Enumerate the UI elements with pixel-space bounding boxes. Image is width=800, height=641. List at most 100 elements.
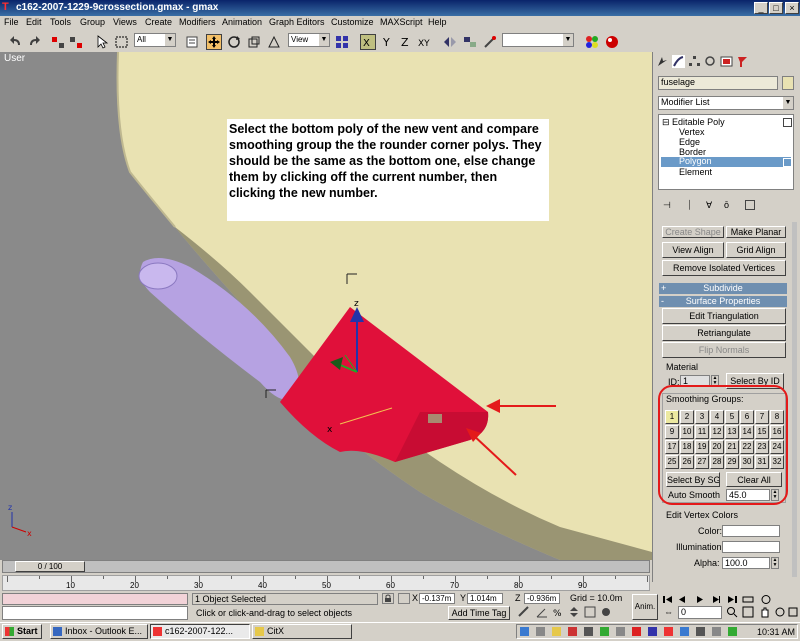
taskbar-item-outlook[interactable]: Inbox - Outlook E... xyxy=(50,624,148,639)
taskbar-item-gmax[interactable]: c162-2007-122... xyxy=(150,624,250,639)
make-unique-icon[interactable]: ∀ xyxy=(706,200,718,210)
tray-icon[interactable] xyxy=(648,627,657,636)
snap-icon[interactable] xyxy=(482,34,498,50)
named-selection-select[interactable]: ▼ xyxy=(502,33,574,47)
time-config-icon[interactable] xyxy=(760,594,772,605)
tray-icon[interactable] xyxy=(520,627,529,636)
frame-spinner-icon[interactable]: ⇔ xyxy=(664,607,673,617)
x-coord-input[interactable]: -0.137m xyxy=(419,593,455,604)
object-color-swatch[interactable] xyxy=(782,76,794,90)
vertex-color-swatch[interactable] xyxy=(722,525,780,537)
absolute-mode-icon[interactable] xyxy=(398,593,410,604)
flip-normals-button[interactable]: Flip Normals xyxy=(662,342,786,358)
undo-icon[interactable] xyxy=(8,34,24,50)
display-tab-icon[interactable] xyxy=(720,55,733,68)
spinner-snap-icon[interactable] xyxy=(568,606,580,618)
minimize-button[interactable]: _ xyxy=(754,2,768,14)
previous-frame-icon[interactable] xyxy=(676,594,688,605)
play-icon[interactable] xyxy=(694,594,706,605)
animate-button[interactable]: Anim. xyxy=(632,594,658,620)
next-frame-icon[interactable] xyxy=(710,594,722,605)
menu-help[interactable]: Help xyxy=(428,17,447,27)
axis-xy-icon[interactable]: X xyxy=(360,34,376,50)
zoom-icon[interactable] xyxy=(726,606,738,618)
snap-toggle-icon[interactable] xyxy=(518,606,530,618)
tray-icon[interactable] xyxy=(584,627,593,636)
rollout-subdivide[interactable]: + Subdivide xyxy=(659,283,787,294)
link-icon[interactable] xyxy=(50,34,66,50)
zoom-all-icon[interactable] xyxy=(742,606,754,618)
redo-icon[interactable] xyxy=(26,34,42,50)
modifier-list-select[interactable]: Modifier List ▼ xyxy=(658,96,794,110)
time-slider-thumb[interactable]: 0 / 100 xyxy=(15,561,85,572)
pan-icon[interactable] xyxy=(758,606,770,618)
taskbar-item-citx[interactable]: CitX xyxy=(252,624,352,639)
window-crossing-icon[interactable] xyxy=(584,606,596,618)
tray-icon[interactable] xyxy=(728,627,737,636)
render-icon[interactable] xyxy=(604,34,620,50)
show-end-result-icon[interactable]: ⏐ xyxy=(687,200,697,210)
close-button[interactable]: × xyxy=(785,2,799,14)
add-time-tag-button[interactable]: Add Time Tag xyxy=(448,606,510,620)
alpha-input[interactable]: 100.0 xyxy=(722,557,770,569)
menu-create[interactable]: Create xyxy=(145,17,172,27)
utilities-tab-icon[interactable] xyxy=(736,55,749,68)
unlink-icon[interactable] xyxy=(68,34,84,50)
degradation-override-icon[interactable] xyxy=(600,606,612,618)
selection-filter-select[interactable]: All ▼ xyxy=(134,33,176,47)
lock-selection-icon[interactable] xyxy=(382,593,394,604)
tray-icon[interactable] xyxy=(616,627,625,636)
menu-views[interactable]: Views xyxy=(113,17,137,27)
menu-edit[interactable]: Edit xyxy=(26,17,42,27)
reference-coord-select[interactable]: View ▼ xyxy=(288,33,330,47)
maxscript-listener[interactable] xyxy=(2,593,188,605)
menu-maxscript[interactable]: MAXScript xyxy=(380,17,423,27)
grid-align-button[interactable]: Grid Align xyxy=(726,242,786,258)
tray-icon[interactable] xyxy=(664,627,673,636)
rotate-icon[interactable] xyxy=(226,34,242,50)
axis-xy-plane-icon[interactable]: XY xyxy=(418,34,434,50)
go-to-start-icon[interactable] xyxy=(662,594,674,605)
current-frame-input[interactable]: 0 xyxy=(678,606,722,619)
move-icon[interactable] xyxy=(206,34,222,50)
go-to-end-icon[interactable] xyxy=(726,594,738,605)
remove-modifier-icon[interactable]: ō xyxy=(724,200,734,210)
time-ruler[interactable]: 10 20 30 40 50 60 70 80 90 xyxy=(2,575,650,591)
tray-icon[interactable] xyxy=(536,627,545,636)
retriangulate-button[interactable]: Retriangulate xyxy=(662,325,786,341)
stack-item-edge[interactable]: Edge xyxy=(679,137,700,147)
pin-stack-icon[interactable]: ⊣ xyxy=(663,200,675,210)
constraint-icon[interactable] xyxy=(266,34,282,50)
arc-rotate-icon[interactable] xyxy=(774,606,786,618)
rollout-surface-properties[interactable]: - Surface Properties xyxy=(659,296,787,307)
command-panel-scrollbar[interactable] xyxy=(792,222,797,577)
axis-y-icon[interactable]: Y xyxy=(380,34,396,50)
time-slider[interactable]: 0 / 100 xyxy=(2,560,650,573)
alpha-spinner[interactable]: ▲ ▼ xyxy=(771,557,779,569)
stack-item-vertex[interactable]: Vertex xyxy=(679,127,705,137)
start-button[interactable]: Start xyxy=(2,624,42,639)
menu-tools[interactable]: Tools xyxy=(50,17,71,27)
select-arrow-icon[interactable] xyxy=(94,34,110,50)
stack-root-toggle[interactable] xyxy=(783,118,792,127)
mirror-icon[interactable] xyxy=(442,34,458,50)
tray-icon[interactable] xyxy=(568,627,577,636)
tray-icon[interactable] xyxy=(632,627,641,636)
percent-snap-icon[interactable]: % xyxy=(552,606,564,619)
align-icon[interactable] xyxy=(462,34,478,50)
hierarchy-tab-icon[interactable] xyxy=(688,55,701,68)
menu-graph-editors[interactable]: Graph Editors xyxy=(269,17,325,27)
tray-icon[interactable] xyxy=(712,627,721,636)
select-region-icon[interactable] xyxy=(114,34,130,50)
configure-sets-icon[interactable] xyxy=(745,200,755,210)
illumination-color-swatch[interactable] xyxy=(722,541,780,553)
select-by-name-icon[interactable] xyxy=(184,34,200,50)
maximize-viewport-icon[interactable] xyxy=(788,606,798,618)
menu-group[interactable]: Group xyxy=(80,17,105,27)
y-coord-input[interactable]: 1.014m xyxy=(467,593,503,604)
angle-snap-icon[interactable] xyxy=(536,606,548,618)
object-name-input[interactable]: fuselage xyxy=(658,76,778,90)
remove-isolated-vertices-button[interactable]: Remove Isolated Vertices xyxy=(662,260,786,276)
menu-customize[interactable]: Customize xyxy=(331,17,374,27)
edit-triangulation-button[interactable]: Edit Triangulation xyxy=(662,308,786,324)
